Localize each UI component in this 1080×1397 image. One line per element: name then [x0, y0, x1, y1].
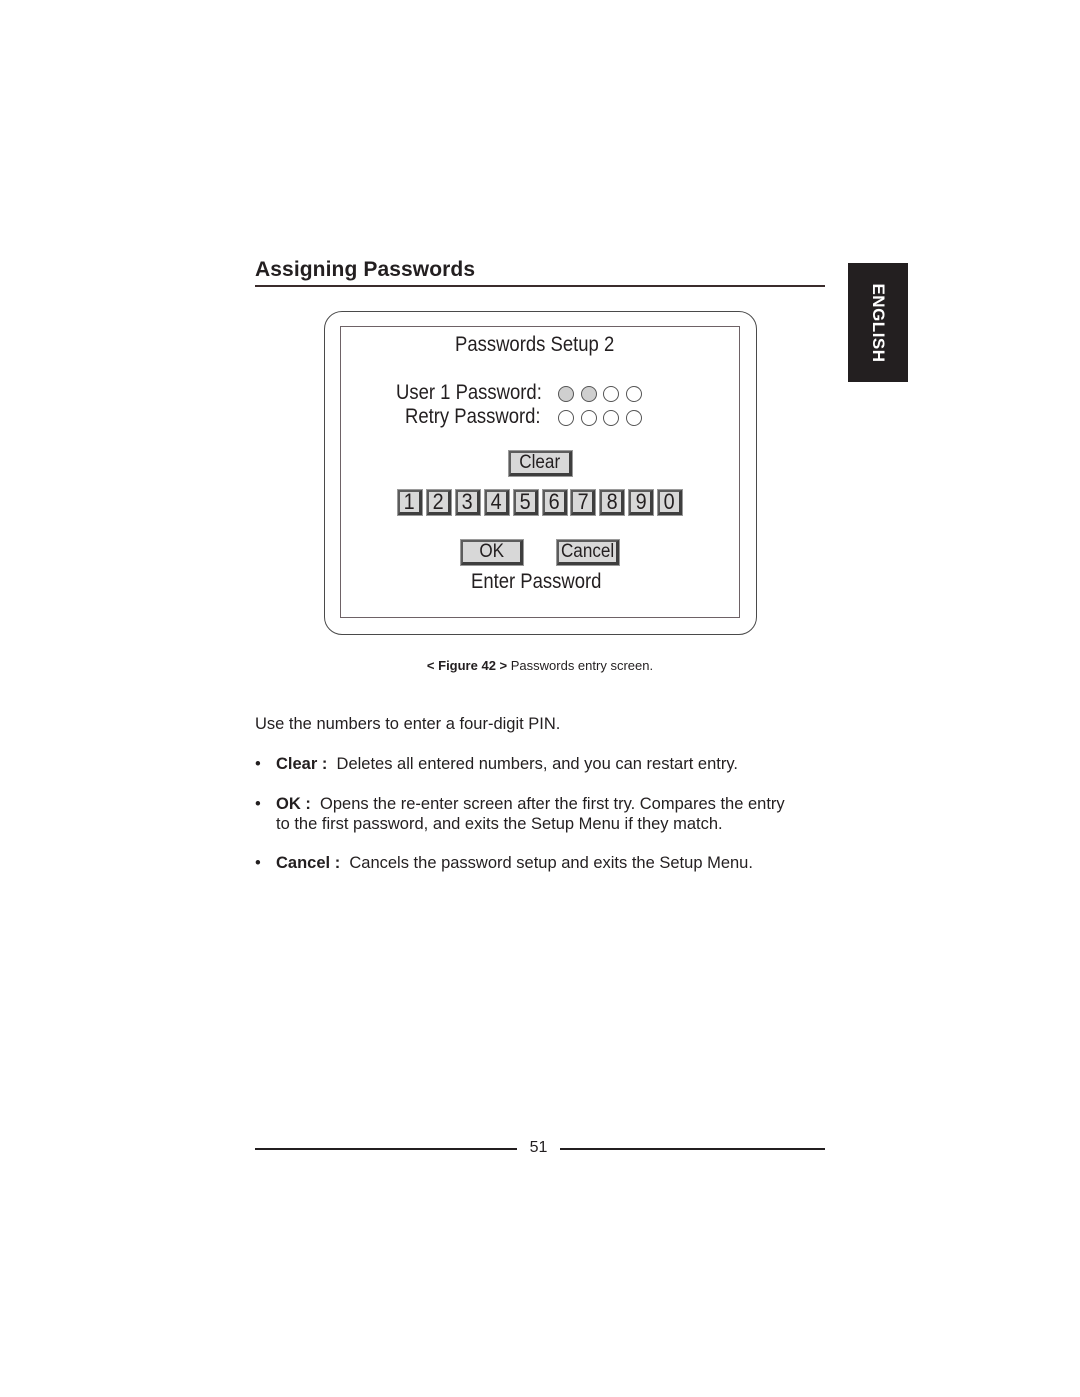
- keypad-key-label: 3: [461, 489, 473, 514]
- keypad-key-9[interactable]: 9: [628, 489, 655, 516]
- bullet-icon: •: [255, 755, 261, 773]
- clear-button-label: Clear: [519, 452, 561, 473]
- status-message: Enter Password: [471, 570, 602, 593]
- bullet-description: Deletes all entered numbers, and you can…: [336, 755, 738, 773]
- keypad-key-5[interactable]: 5: [512, 489, 539, 516]
- intro-paragraph: Use the numbers to enter a four-digit PI…: [255, 715, 561, 733]
- language-tab: ENGLISH: [848, 263, 908, 382]
- bullet-icon: •: [255, 854, 261, 872]
- footer-rule-left: [255, 1148, 517, 1150]
- user1-password-label: User 1 Password:: [396, 381, 542, 404]
- keypad-key-label: 9: [635, 489, 647, 514]
- user1-pin-slot-empty: [625, 386, 642, 402]
- keypad-key-2[interactable]: 2: [425, 489, 452, 516]
- keypad-key-4[interactable]: 4: [483, 489, 510, 516]
- ok-button[interactable]: OK: [460, 539, 524, 566]
- ok-button-label: OK: [479, 541, 504, 562]
- retry-pin-slot-empty: [580, 410, 597, 426]
- bullet-content: Cancel : Cancels the password setup and …: [276, 853, 753, 873]
- figure-caption-label: < Figure 42 >: [426, 658, 508, 673]
- language-tab-label: ENGLISH: [869, 282, 888, 363]
- bullet-description: Opens the re-enter screen after the firs…: [320, 795, 785, 813]
- keypad-key-3[interactable]: 3: [454, 489, 481, 516]
- figure-caption: < Figure 42 > Passwords entry screen.: [0, 658, 1080, 673]
- keypad-key-label: 7: [577, 489, 589, 514]
- bullet-term: Cancel :: [276, 854, 341, 872]
- keypad-key-label: 4: [490, 489, 502, 514]
- keypad-key-label: 1: [403, 489, 416, 514]
- bullet-term: OK :: [276, 795, 311, 813]
- bullet-line: to the first password, and exits the Set…: [276, 814, 785, 834]
- bullet-description: Cancels the password setup and exits the…: [349, 854, 753, 872]
- footer-rule-right: [560, 1148, 825, 1150]
- keypad-key-1[interactable]: 1: [397, 489, 423, 516]
- keypad-key-label: 6: [548, 489, 560, 514]
- user1-pin-slot-filled: [580, 386, 597, 402]
- page-heading: Assigning Passwords: [255, 258, 476, 281]
- bullet-line: OK : Opens the re-enter screen after the…: [276, 794, 785, 814]
- user1-pin-slot-filled: [558, 386, 574, 402]
- bullet-content: OK : Opens the re-enter screen after the…: [276, 794, 785, 834]
- page-number: 51: [529, 1139, 548, 1156]
- figure-caption-text: Passwords entry screen.: [507, 658, 654, 673]
- cancel-button-label: Cancel: [560, 541, 615, 562]
- bullet-line: Cancel : Cancels the password setup and …: [276, 853, 753, 873]
- retry-pin-slot-empty: [625, 410, 642, 426]
- bullet-content: Clear : Deletes all entered numbers, and…: [276, 754, 738, 774]
- user1-pin-slot-empty: [603, 386, 619, 402]
- bullet-icon: •: [255, 795, 261, 813]
- keypad-key-label: 5: [519, 489, 531, 514]
- keypad-key-6[interactable]: 6: [541, 489, 568, 516]
- retry-pin-slot-empty: [603, 410, 619, 426]
- screen-title: Passwords Setup 2: [455, 333, 615, 356]
- keypad-key-0[interactable]: 0: [657, 489, 684, 516]
- retry-password-label: Retry Password:: [405, 405, 541, 428]
- retry-pin-slot-empty: [558, 410, 574, 426]
- bullet-term: Clear :: [276, 755, 328, 773]
- bullet-description: to the first password, and exits the Set…: [276, 815, 723, 833]
- keypad-key-label: 2: [432, 489, 444, 514]
- cancel-button[interactable]: Cancel: [556, 539, 620, 566]
- keypad-key-8[interactable]: 8: [599, 489, 626, 516]
- keypad-key-7[interactable]: 7: [570, 489, 597, 516]
- keypad-key-label: 0: [664, 489, 676, 514]
- keypad-key-label: 8: [606, 489, 618, 514]
- clear-button[interactable]: Clear: [508, 450, 573, 477]
- bullet-line: Clear : Deletes all entered numbers, and…: [276, 754, 738, 774]
- heading-underline: [255, 285, 825, 287]
